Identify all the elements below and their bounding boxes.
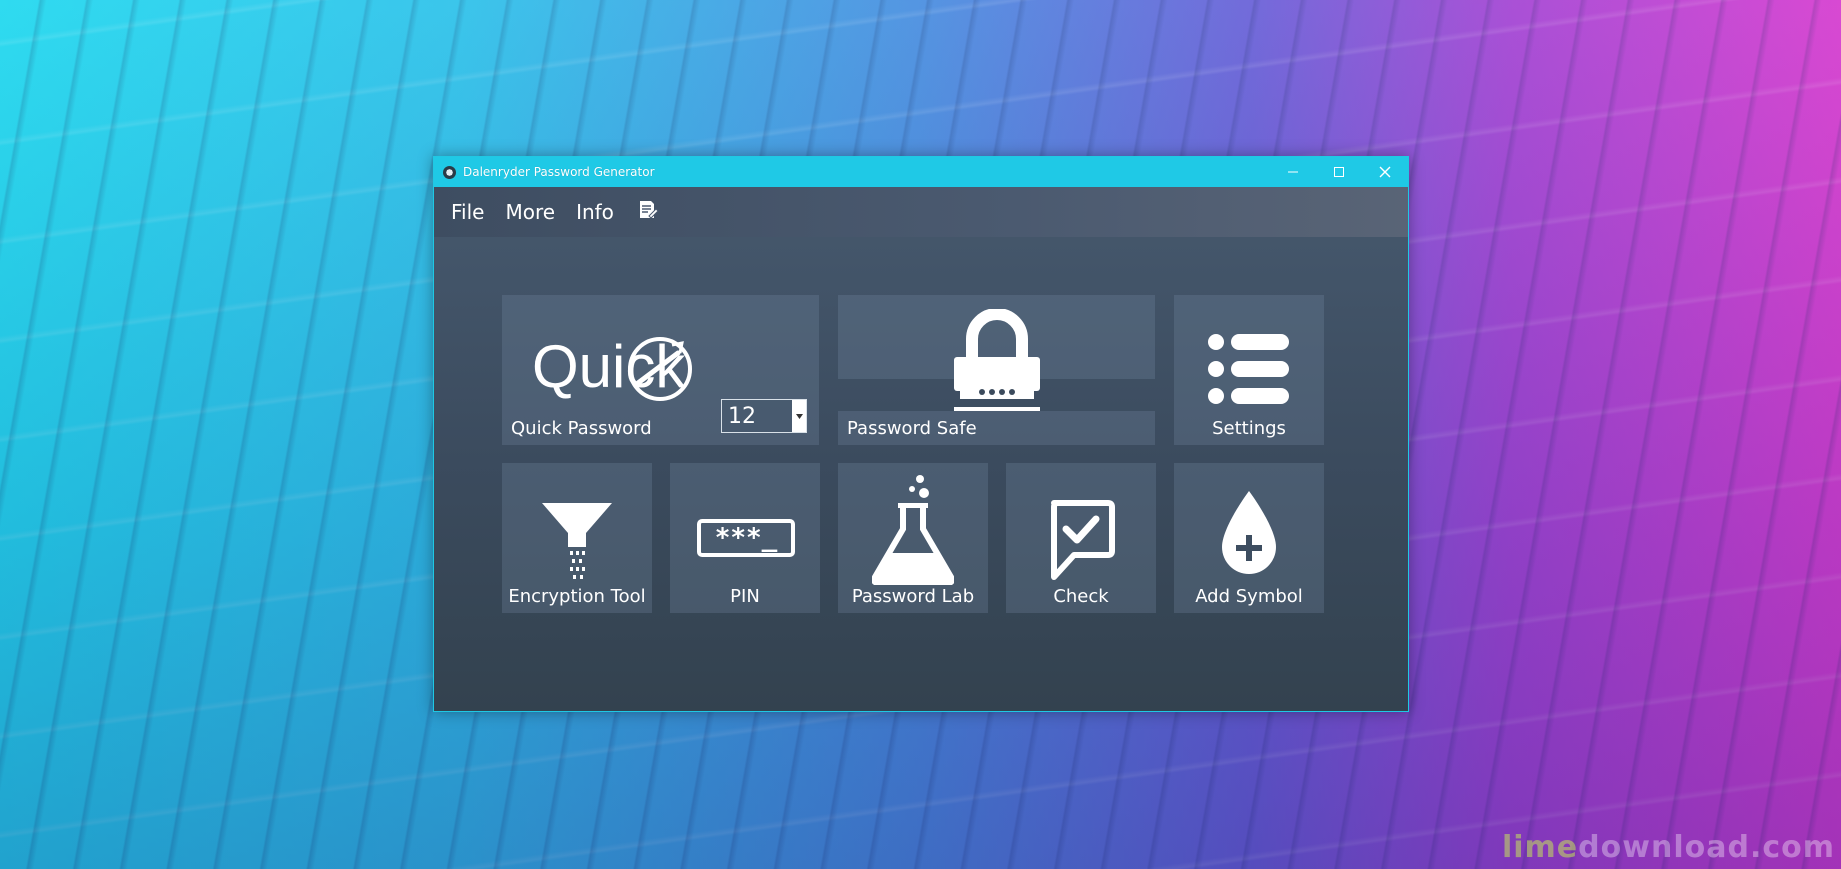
- menu-info[interactable]: Info: [576, 200, 614, 224]
- password-length-select[interactable]: 12: [721, 399, 807, 433]
- minimize-button[interactable]: [1270, 157, 1316, 187]
- add-symbol-label: Add Symbol: [1195, 586, 1303, 607]
- password-lab-label: Password Lab: [851, 586, 975, 607]
- drop-plus-icon: [1222, 491, 1276, 574]
- tile-password-lab[interactable]: Password Lab: [838, 463, 988, 613]
- app-window: Dalenryder Password Generator File More …: [433, 156, 1409, 712]
- encryption-tool-label: Encryption Tool: [508, 586, 646, 607]
- tile-password-safe[interactable]: Password Safe: [838, 295, 1155, 445]
- quick-password-label: Quick Password: [511, 418, 652, 439]
- menu-more[interactable]: More: [505, 200, 555, 224]
- tile-quick-password[interactable]: Quick Quick Password 12: [502, 295, 819, 445]
- list-icon: [1208, 334, 1289, 404]
- settings-label: Settings: [1212, 418, 1286, 439]
- close-button[interactable]: [1362, 157, 1408, 187]
- pin-label: PIN: [730, 586, 760, 607]
- password-length-value: 12: [728, 403, 756, 429]
- check-label: Check: [1053, 586, 1109, 607]
- tile-settings[interactable]: Settings: [1174, 295, 1324, 445]
- title-bar[interactable]: Dalenryder Password Generator: [434, 157, 1408, 187]
- menu-bar: File More Info: [434, 187, 1408, 237]
- watermark: limedownload.com: [1501, 830, 1835, 865]
- chat-check-icon: [1051, 500, 1115, 580]
- tile-check[interactable]: Check: [1006, 463, 1156, 613]
- pin-field-icon: ***_: [697, 519, 795, 557]
- maximize-button[interactable]: [1316, 157, 1362, 187]
- window-title: Dalenryder Password Generator: [463, 165, 655, 179]
- maximize-icon: [1334, 167, 1344, 177]
- flask-icon: [872, 475, 954, 585]
- funnel-icon: [542, 503, 612, 579]
- tile-add-symbol[interactable]: Add Symbol: [1174, 463, 1324, 613]
- tile-pin[interactable]: ***_ PIN: [670, 463, 820, 613]
- chevron-down-icon[interactable]: [792, 400, 806, 432]
- close-icon: [1379, 166, 1391, 178]
- pin-glyph-text: ***_: [714, 523, 778, 553]
- notes-icon[interactable]: [637, 199, 659, 225]
- app-icon: [443, 165, 456, 179]
- speedometer-icon: Quick: [532, 333, 692, 401]
- password-safe-label: Password Safe: [847, 418, 977, 439]
- minimize-icon: [1288, 171, 1298, 173]
- tile-encryption-tool[interactable]: Encryption Tool: [502, 463, 652, 613]
- menu-file[interactable]: File: [451, 200, 484, 224]
- padlock-icon: [954, 309, 1040, 411]
